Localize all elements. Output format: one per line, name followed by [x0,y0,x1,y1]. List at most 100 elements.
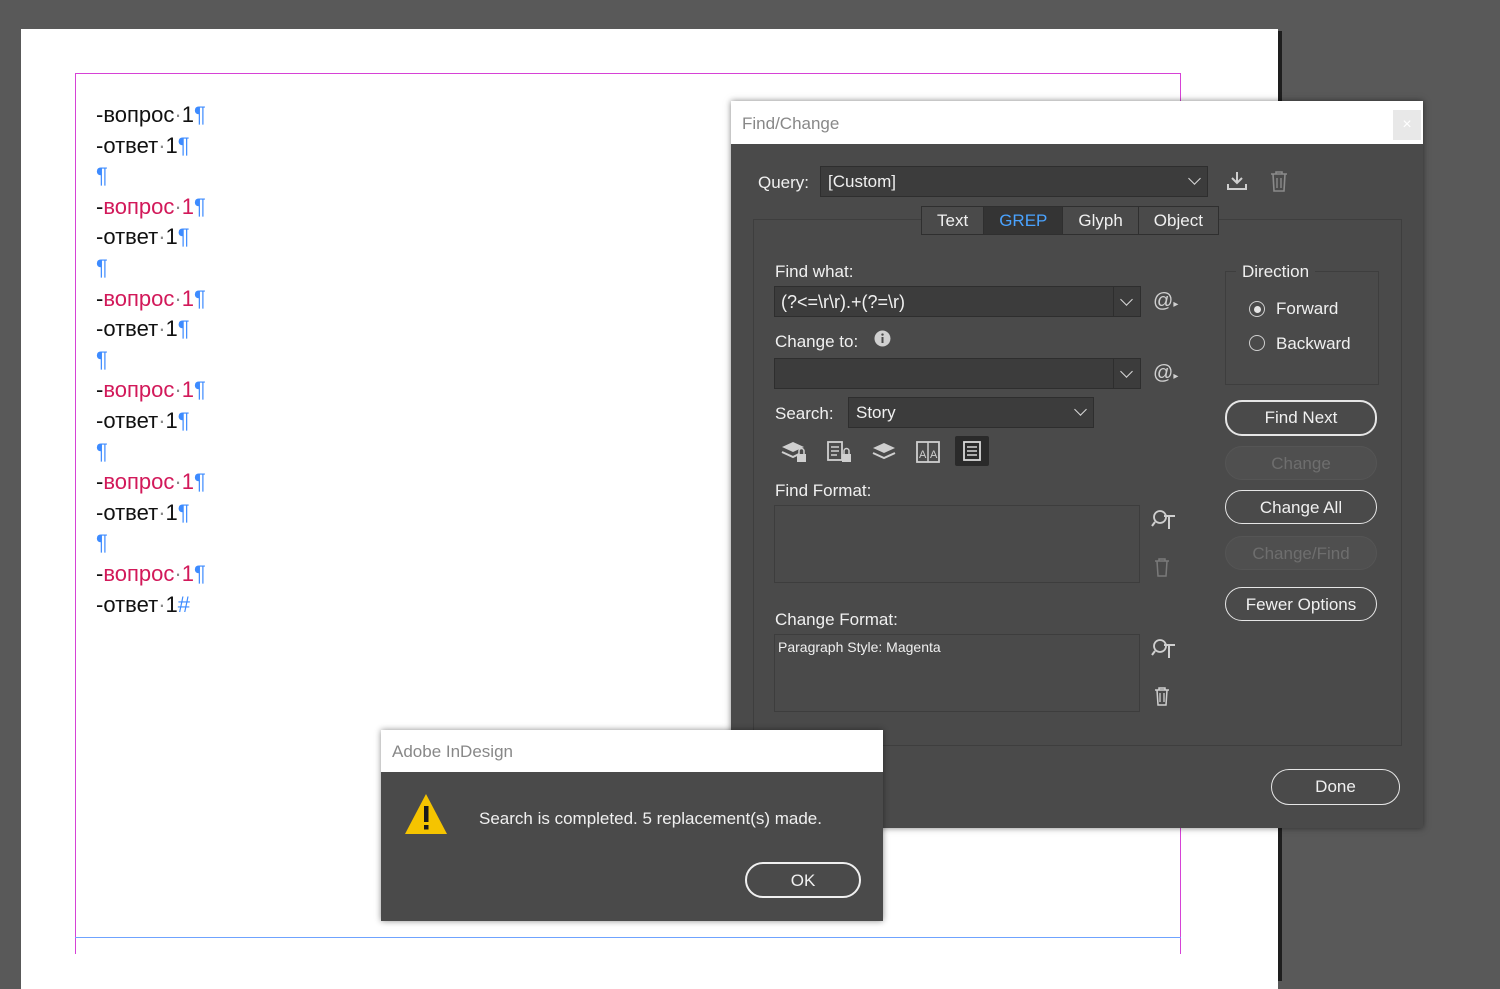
space-marker: · [158,316,166,342]
change-to-dropdown-button[interactable] [1113,359,1140,388]
clear-find-format-icon [1154,557,1170,582]
text-line[interactable]: ¶ [96,437,206,468]
change-format-box[interactable]: Paragraph Style: Magenta [774,634,1140,712]
text-line[interactable]: -ответ·1# [96,590,206,621]
text-line[interactable]: -ответ·1¶ [96,406,206,437]
space-marker: · [174,469,182,495]
text-line[interactable]: -вопрос·1¶ [96,192,206,223]
include-footnotes-icon[interactable] [955,436,989,466]
text-line[interactable]: ¶ [96,528,206,559]
line-text: вопрос [103,285,175,311]
ok-button[interactable]: OK [745,862,861,898]
paragraph-mark: ¶ [177,224,190,250]
tab-text[interactable]: Text [922,207,985,234]
chevron-down-icon [1074,403,1087,416]
direction-label: Direction [1236,262,1316,282]
find-what-dropdown-button[interactable] [1113,287,1140,316]
direction-group [1225,271,1379,385]
special-characters-find-icon[interactable]: @▸ [1153,290,1178,313]
text-line[interactable]: -ответ·1¶ [96,498,206,529]
paragraph-mark: ¶ [96,163,108,189]
forward-label[interactable]: Forward [1276,299,1338,319]
text-line[interactable]: -ответ·1¶ [96,314,206,345]
text-line[interactable]: -ответ·1¶ [96,222,206,253]
special-characters-change-icon[interactable]: @▸ [1153,362,1178,385]
space-marker: · [174,193,182,219]
find-change-dialog: Find/Change × Query: [Custom] Text GREP … [731,101,1423,828]
query-label: Query: [758,173,810,192]
text-line[interactable]: -ответ·1¶ [96,131,206,162]
include-hidden-layers-icon[interactable] [870,439,898,470]
line-text: вопрос [103,469,175,495]
tab-glyph[interactable]: Glyph [1063,207,1139,234]
paragraph-mark: ¶ [193,377,206,403]
backward-label[interactable]: Backward [1276,334,1351,354]
paragraph-mark: ¶ [177,499,190,525]
chevron-down-icon [1188,172,1201,185]
line-number: 1 [165,224,178,250]
query-select[interactable]: [Custom] [820,166,1208,197]
line-number: 1 [181,377,194,403]
specify-change-format-icon[interactable] [1151,637,1177,666]
space-marker: · [174,377,182,403]
change-to-label: Change to: [775,332,859,351]
line-text: вопрос [103,102,175,127]
tab-grep[interactable]: GREP [984,207,1064,234]
line-number: 1 [165,407,178,433]
info-icon[interactable] [874,330,891,352]
save-query-icon[interactable] [1225,169,1249,198]
backward-radio[interactable] [1249,335,1265,351]
line-text: вопрос [103,560,175,586]
space-marker: · [158,224,166,250]
clear-change-format-icon[interactable] [1154,686,1170,711]
line-number: 1 [181,102,194,127]
forward-radio[interactable] [1249,301,1265,317]
change-to-field[interactable] [774,358,1141,389]
find-what-field[interactable]: (?<=\r\r).+(?=\r) [774,286,1141,317]
specify-find-format-icon[interactable] [1151,508,1177,537]
change-all-button[interactable]: Change All [1225,490,1377,524]
find-format-box[interactable] [774,505,1140,583]
space-marker: · [174,285,182,311]
line-text: ответ [103,407,159,433]
fewer-options-button[interactable]: Fewer Options [1225,587,1377,621]
text-line[interactable]: -вопрос·1¶ [96,375,206,406]
include-master-pages-icon[interactable]: AA [914,439,942,470]
text-line[interactable]: -вопрос·1¶ [96,559,206,590]
line-number: 1 [165,316,178,342]
include-locked-stories-icon[interactable] [825,439,853,470]
alert-titlebar[interactable]: Adobe InDesign [381,730,883,772]
line-text: ответ [103,591,159,617]
find-what-label: Find what: [775,262,854,281]
find-format-label: Find Format: [775,481,872,500]
done-button[interactable]: Done [1271,769,1400,805]
include-locked-layers-icon[interactable] [780,439,808,470]
tab-bar: Text GREP Glyph Object [921,206,1219,235]
paragraph-mark: ¶ [177,316,190,342]
space-marker: · [174,102,182,127]
line-text: вопрос [103,193,175,219]
space-marker: · [158,499,166,525]
delete-query-icon[interactable] [1269,169,1289,198]
text-line[interactable]: -вопрос·1¶ [96,284,206,315]
text-line[interactable]: ¶ [96,161,206,192]
text-line[interactable]: -вопрос·1¶ [96,100,206,131]
text-line[interactable]: ¶ [96,345,206,376]
text-line[interactable]: -вопрос·1¶ [96,467,206,498]
paragraph-mark: # [177,591,191,617]
tab-object[interactable]: Object [1139,207,1218,234]
dialog-title: Find/Change [742,114,840,133]
line-number: 1 [181,193,194,219]
text-line[interactable]: ¶ [96,253,206,284]
change-find-button[interactable]: Change/Find [1225,536,1377,570]
change-button[interactable]: Change [1225,446,1377,480]
text-frame[interactable]: -вопрос·1¶ -ответ·1¶ ¶ -вопрос·1¶ -ответ·1¶ ¶… [96,100,206,620]
paragraph-mark: ¶ [96,346,108,372]
find-next-button[interactable]: Find Next [1225,400,1377,436]
change-format-label: Change Format: [775,610,898,629]
close-button[interactable]: × [1393,110,1421,140]
paragraph-mark: ¶ [96,530,108,556]
search-scope-select[interactable]: Story [848,397,1094,428]
find-change-titlebar[interactable]: Find/Change × [731,101,1423,144]
space-marker: · [174,560,182,586]
